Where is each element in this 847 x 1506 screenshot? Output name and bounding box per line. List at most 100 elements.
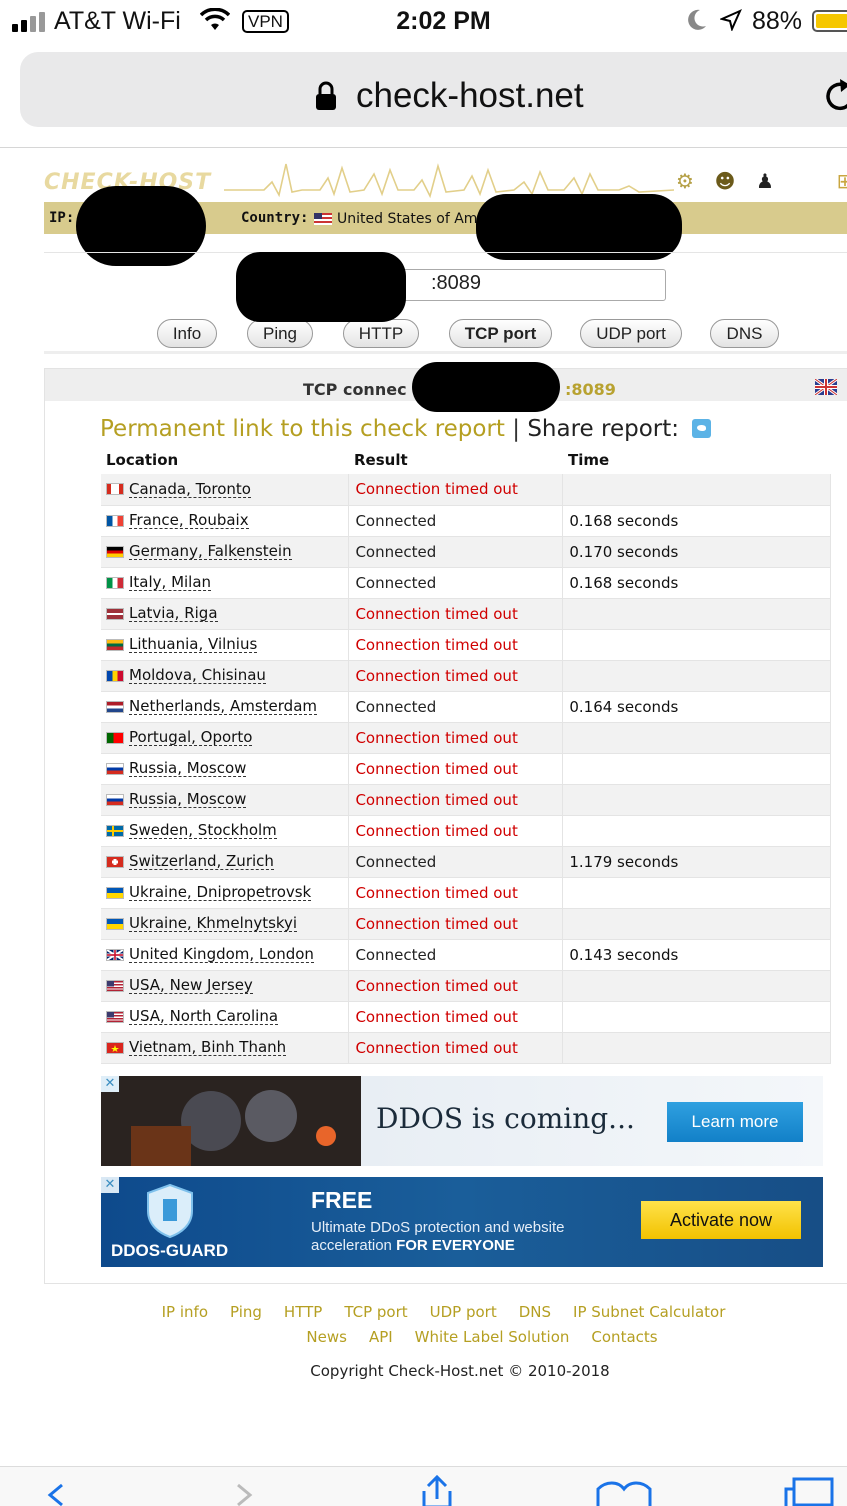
language-flag-icon[interactable] bbox=[815, 379, 837, 395]
footer-links-row1: IP info Ping HTTP TCP port UDP port DNS IP Sub… bbox=[0, 1303, 847, 1321]
location-name[interactable]: Canada, Toronto bbox=[129, 481, 251, 498]
location-name[interactable]: Italy, Milan bbox=[129, 574, 212, 591]
footer-link[interactable]: TCP port bbox=[344, 1303, 407, 1321]
result-cell: Connection timed out bbox=[348, 629, 564, 661]
shield-icon bbox=[147, 1183, 193, 1239]
result-cell: Connection timed out bbox=[348, 474, 564, 506]
location-name[interactable]: USA, New Jersey bbox=[129, 977, 253, 994]
nl-flag-icon bbox=[106, 700, 124, 713]
ad-banner-ddos-guard[interactable]: ✕ DDOS-GUARD FREE Ultimate DDoS protecti… bbox=[101, 1177, 823, 1267]
footer-link[interactable]: API bbox=[369, 1328, 393, 1346]
table-row: Latvia, Riga Connection timed out bbox=[101, 598, 831, 630]
location-name[interactable]: Portugal, Oporto bbox=[129, 729, 253, 746]
forward-icon[interactable] bbox=[232, 1483, 256, 1506]
md-flag-icon bbox=[106, 669, 124, 682]
us-flag-icon bbox=[106, 979, 124, 992]
tab-dns[interactable]: DNS bbox=[710, 319, 779, 348]
footer-link[interactable]: White Label Solution bbox=[415, 1328, 570, 1346]
location-cell: Ukraine, Khmelnytskyi bbox=[101, 908, 350, 940]
result-cell: Connected bbox=[348, 567, 564, 599]
ch-flag-icon bbox=[106, 855, 124, 868]
location-name[interactable]: Sweden, Stockholm bbox=[129, 822, 277, 839]
table-row: Italy, Milan Connected 0.168 seconds bbox=[101, 567, 831, 599]
location-name[interactable]: Russia, Moscow bbox=[129, 760, 247, 777]
ua-flag-icon bbox=[106, 917, 124, 930]
lt-flag-icon bbox=[106, 638, 124, 651]
back-icon[interactable] bbox=[44, 1483, 68, 1506]
bsd-devil-icon[interactable]: ☻ bbox=[712, 168, 738, 194]
ad-headline: DDOS is coming... bbox=[376, 1102, 635, 1135]
windows-icon[interactable]: ⊞ bbox=[832, 168, 847, 194]
location-name[interactable]: Ukraine, Dnipropetrovsk bbox=[129, 884, 312, 901]
se-flag-icon bbox=[106, 824, 124, 837]
location-name[interactable]: Latvia, Riga bbox=[129, 605, 218, 622]
time-cell: 0.164 seconds bbox=[562, 691, 831, 723]
apple-icon[interactable] bbox=[792, 168, 818, 194]
safari-bottom-toolbar bbox=[0, 1466, 847, 1506]
location-name[interactable]: Lithuania, Vilnius bbox=[129, 636, 258, 653]
location-name[interactable]: France, Roubaix bbox=[129, 512, 249, 529]
table-row: Switzerland, Zurich Connected 1.179 second… bbox=[101, 846, 831, 878]
location-name[interactable]: Moldova, Chisinau bbox=[129, 667, 266, 684]
footer-link[interactable]: Contacts bbox=[591, 1328, 657, 1346]
tab-info[interactable]: Info bbox=[157, 319, 217, 348]
footer-link[interactable]: HTTP bbox=[284, 1303, 322, 1321]
result-cell: Connection timed out bbox=[348, 908, 564, 940]
share-label: Share report: bbox=[527, 416, 680, 442]
reload-icon[interactable] bbox=[824, 77, 847, 113]
vn-flag-icon bbox=[106, 1041, 124, 1054]
fr-flag-icon bbox=[106, 514, 124, 527]
results-port: :8089 bbox=[565, 380, 616, 399]
address-bar[interactable]: check-host.net bbox=[20, 52, 847, 127]
location-name[interactable]: Netherlands, Amsterdam bbox=[129, 698, 317, 715]
tab-http[interactable]: HTTP bbox=[343, 319, 419, 348]
location-cell: Portugal, Oporto bbox=[101, 722, 350, 754]
learn-more-button[interactable]: Learn more bbox=[667, 1102, 803, 1142]
location-name[interactable]: Germany, Falkenstein bbox=[129, 543, 292, 560]
time-cell bbox=[562, 908, 831, 940]
location-name[interactable]: Russia, Moscow bbox=[129, 791, 247, 808]
ad-description: Ultimate DDoS protection and website acc… bbox=[311, 1219, 565, 1254]
time-cell bbox=[562, 598, 831, 630]
share-icon[interactable] bbox=[416, 1475, 458, 1506]
location-name[interactable]: USA, North Carolina bbox=[129, 1008, 279, 1025]
ad-close-icon[interactable]: ✕ bbox=[101, 1076, 119, 1092]
footer-link[interactable]: IP Subnet Calculator bbox=[573, 1303, 725, 1321]
footer-link[interactable]: IP info bbox=[162, 1303, 208, 1321]
location-name[interactable]: Vietnam, Binh Thanh bbox=[129, 1039, 287, 1056]
result-cell: Connection timed out bbox=[348, 722, 564, 754]
location-cell: Russia, Moscow bbox=[101, 753, 350, 785]
bookmarks-icon[interactable] bbox=[596, 1479, 652, 1506]
table-row: Canada, Toronto Connection timed out bbox=[101, 474, 831, 506]
ip-label: IP: bbox=[49, 210, 75, 226]
separator: | bbox=[512, 416, 521, 442]
ad-banner-ddos[interactable]: ✕ DDOS is coming... Learn more bbox=[101, 1076, 823, 1166]
table-row: USA, New Jersey Connection timed out bbox=[101, 970, 831, 1002]
result-cell: Connected bbox=[348, 691, 564, 723]
footer-link[interactable]: UDP port bbox=[430, 1303, 497, 1321]
location-name[interactable]: Ukraine, Khmelnytskyi bbox=[129, 915, 298, 932]
location-cell: Russia, Moscow bbox=[101, 784, 350, 816]
footer-link[interactable]: Ping bbox=[230, 1303, 262, 1321]
footer-link[interactable]: News bbox=[306, 1328, 347, 1346]
location-name[interactable]: United Kingdom, London bbox=[129, 946, 314, 963]
lv-flag-icon bbox=[106, 607, 124, 620]
table-row: Portugal, Oporto Connection timed out bbox=[101, 722, 831, 754]
gear-icon[interactable]: ⚙ bbox=[672, 168, 698, 194]
linux-penguin-icon[interactable]: ♟ bbox=[752, 168, 778, 194]
table-row: Lithuania, Vilnius Connection timed out bbox=[101, 629, 831, 661]
twitter-icon[interactable] bbox=[692, 419, 712, 438]
location-cell: Italy, Milan bbox=[101, 567, 350, 599]
tab-ping[interactable]: Ping bbox=[247, 319, 313, 348]
redaction-mark bbox=[476, 194, 682, 260]
location-name[interactable]: Switzerland, Zurich bbox=[129, 853, 274, 870]
tabs-icon[interactable] bbox=[782, 1477, 836, 1506]
footer-link[interactable]: DNS bbox=[519, 1303, 551, 1321]
activate-now-button[interactable]: Activate now bbox=[641, 1201, 801, 1239]
permanent-link[interactable]: Permanent link to this check report bbox=[100, 416, 505, 442]
tab-udp-port[interactable]: UDP port bbox=[580, 319, 682, 348]
tab-tcp-port[interactable]: TCP port bbox=[449, 319, 552, 348]
ad-close-icon[interactable]: ✕ bbox=[101, 1177, 119, 1193]
check-type-tabs: Info Ping HTTP TCP port UDP port DNS bbox=[44, 319, 847, 349]
url-text[interactable]: check-host.net bbox=[356, 76, 584, 116]
